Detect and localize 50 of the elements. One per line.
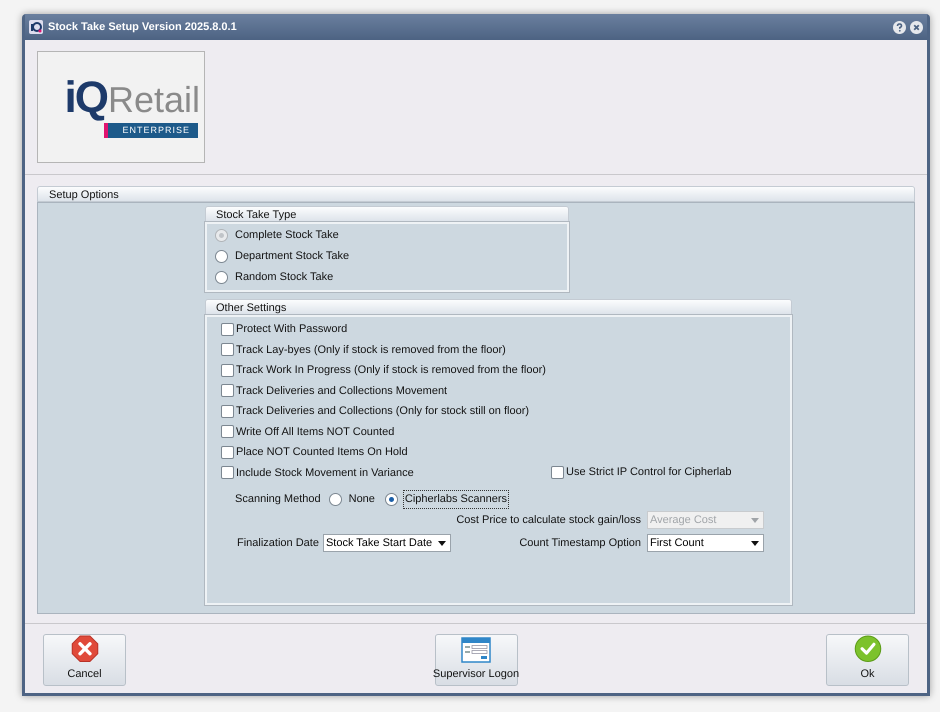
supervisor-logon-button[interactable]: Supervisor Logon (434, 634, 518, 686)
checkbox[interactable] (221, 425, 234, 438)
checkbox-option[interactable]: Track Deliveries and Collections Movement (221, 380, 448, 401)
window-title: Stock Take Setup Version 2025.8.0.1 (48, 20, 237, 35)
field-label: Cost Price to calculate stock gain/loss (456, 512, 641, 528)
radio-button[interactable] (215, 250, 228, 263)
stop-sign-icon (70, 635, 98, 662)
checkbox-option[interactable]: Protect With Password (221, 319, 348, 340)
radio-option[interactable]: None (328, 489, 377, 510)
logo-mark: iQ (64, 76, 107, 120)
radio-button[interactable] (384, 493, 398, 506)
logo-tagline: ENTERPRISE (104, 122, 198, 138)
checkbox-option[interactable]: Track Work In Progress (Only if stock is removed from the floor) (221, 360, 546, 380)
checkbox[interactable] (551, 466, 564, 479)
checkbox-option[interactable]: Write Off All Items NOT Counted (221, 422, 394, 442)
checkbox-option[interactable]: Include Stock Movement in Variance (221, 462, 414, 483)
checkbox[interactable] (221, 384, 234, 398)
dropdown[interactable]: First Count (647, 534, 764, 552)
checkbox[interactable] (221, 466, 234, 480)
checkbox-option[interactable]: Track Lay-byes (Only if stock is removed from the floor) (221, 340, 506, 360)
dropdown[interactable]: Stock Take Start Date (322, 534, 451, 552)
checkbox[interactable] (221, 446, 234, 459)
help-icon[interactable] (893, 20, 906, 34)
cancel-button[interactable]: Cancel (43, 634, 126, 686)
field-label: Count Timestamp Option (519, 536, 641, 551)
checkbox[interactable] (221, 322, 234, 336)
section-header: Setup Options (37, 186, 915, 202)
dropdown-arrow-icon (438, 540, 446, 546)
field-label: Scanning Method (235, 492, 321, 508)
radio-button[interactable] (328, 493, 342, 506)
login-form-icon (461, 636, 491, 662)
checkbox-option[interactable]: Place NOT Counted Items On Hold (221, 442, 408, 462)
logo-wordmark: Retail (108, 82, 200, 118)
ok-button[interactable]: Ok (826, 634, 909, 686)
checkmark-icon (854, 635, 882, 662)
checkbox-option[interactable]: Track Deliveries and Collections (Only for stock still on floor) (221, 401, 530, 422)
group-header: Other Settings (205, 299, 792, 315)
dropdown-arrow-icon (751, 518, 759, 522)
dropdown-arrow-icon (751, 540, 759, 546)
close-icon[interactable] (910, 20, 923, 34)
app-icon (29, 20, 43, 34)
radio-option[interactable]: Department Stock Take (215, 246, 567, 267)
checkbox-option[interactable]: Use Strict IP Control for Cipherlab (551, 462, 732, 482)
radio-button[interactable] (215, 271, 228, 284)
checkbox[interactable] (221, 343, 234, 356)
checkbox[interactable] (221, 364, 234, 377)
field-label: Finalization Date (237, 536, 319, 551)
radio-option[interactable]: Random Stock Take (215, 267, 567, 288)
group-header: Stock Take Type (205, 206, 569, 222)
checkbox[interactable] (221, 404, 234, 418)
